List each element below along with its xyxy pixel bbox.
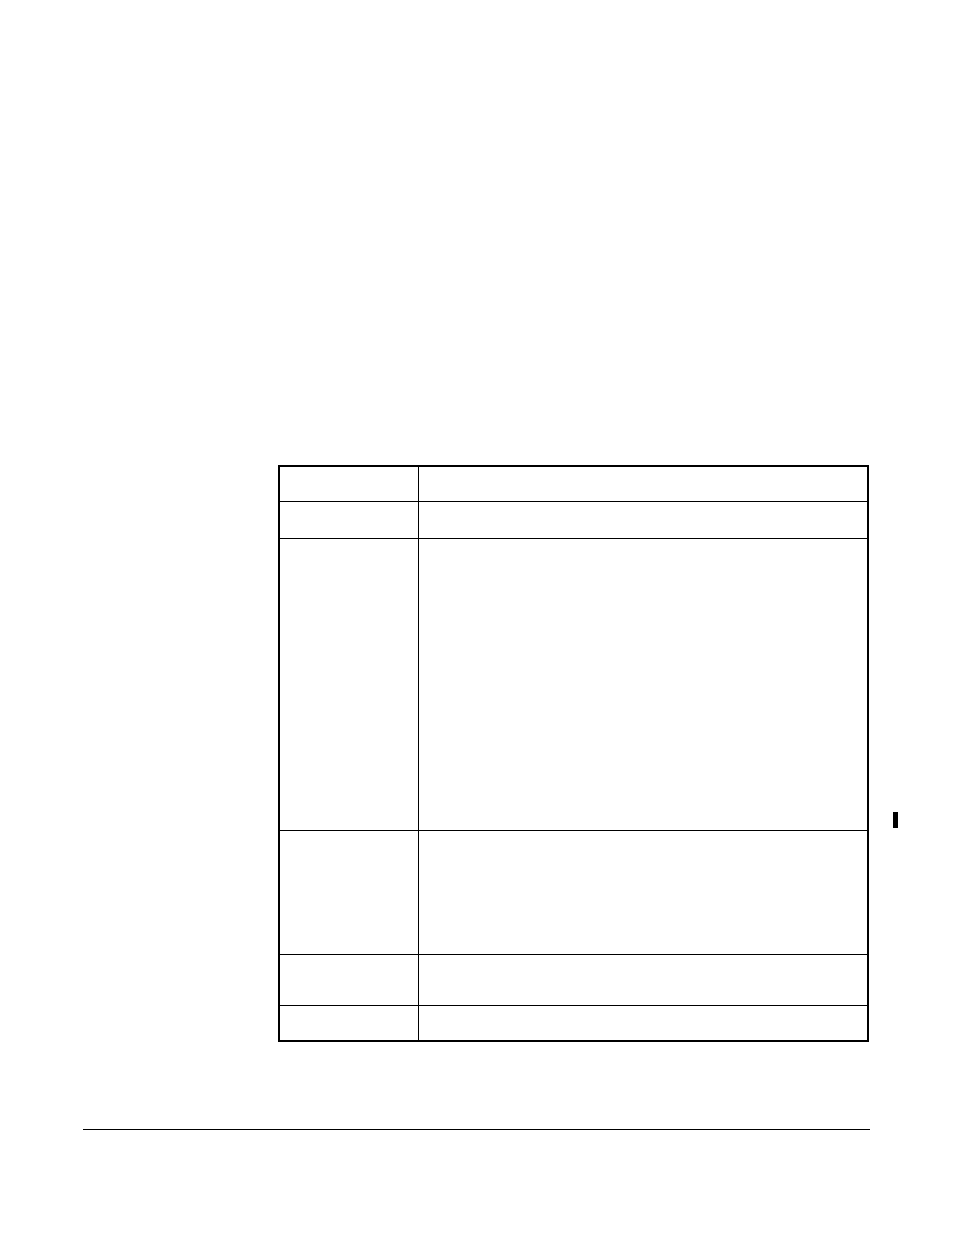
table-row [280, 955, 868, 1006]
table-header-cell [419, 467, 868, 502]
table-cell [280, 831, 419, 955]
table-cell [280, 955, 419, 1006]
table-cell [419, 1006, 868, 1041]
table-cell [419, 831, 868, 955]
table-cell [280, 1006, 419, 1041]
footer-rule [83, 1129, 870, 1130]
document-page: { "table": { "header": { "col1": "", "co… [0, 0, 954, 1235]
table-cell [280, 539, 419, 831]
table-cell [419, 502, 868, 539]
table-row [280, 831, 868, 955]
table-cell [280, 502, 419, 539]
table-header-row [280, 467, 868, 502]
table-row [280, 502, 868, 539]
table-cell [419, 955, 868, 1006]
table-row [280, 1006, 868, 1041]
change-bar-icon [893, 812, 898, 828]
table-row [280, 539, 868, 831]
table-header-cell [280, 467, 419, 502]
table-cell [419, 539, 868, 831]
data-table [278, 465, 869, 1042]
